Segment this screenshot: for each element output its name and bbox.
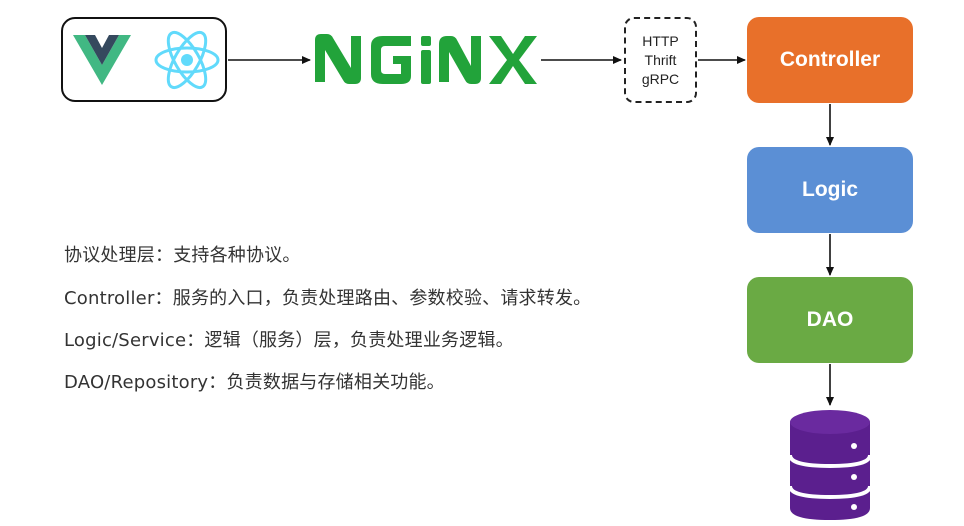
description-logic-service: Logic/Service：逻辑（服务）层，负责处理业务逻辑。 (64, 330, 514, 351)
database-icon (788, 410, 872, 520)
description-protocol-layer: 协议处理层：支持各种协议。 (64, 245, 301, 266)
description-controller: Controller：服务的入口，负责处理路由、参数校验、请求转发。 (64, 288, 592, 309)
description-dao-repository: DAO/Repository：负责数据与存储相关功能。 (64, 372, 445, 393)
